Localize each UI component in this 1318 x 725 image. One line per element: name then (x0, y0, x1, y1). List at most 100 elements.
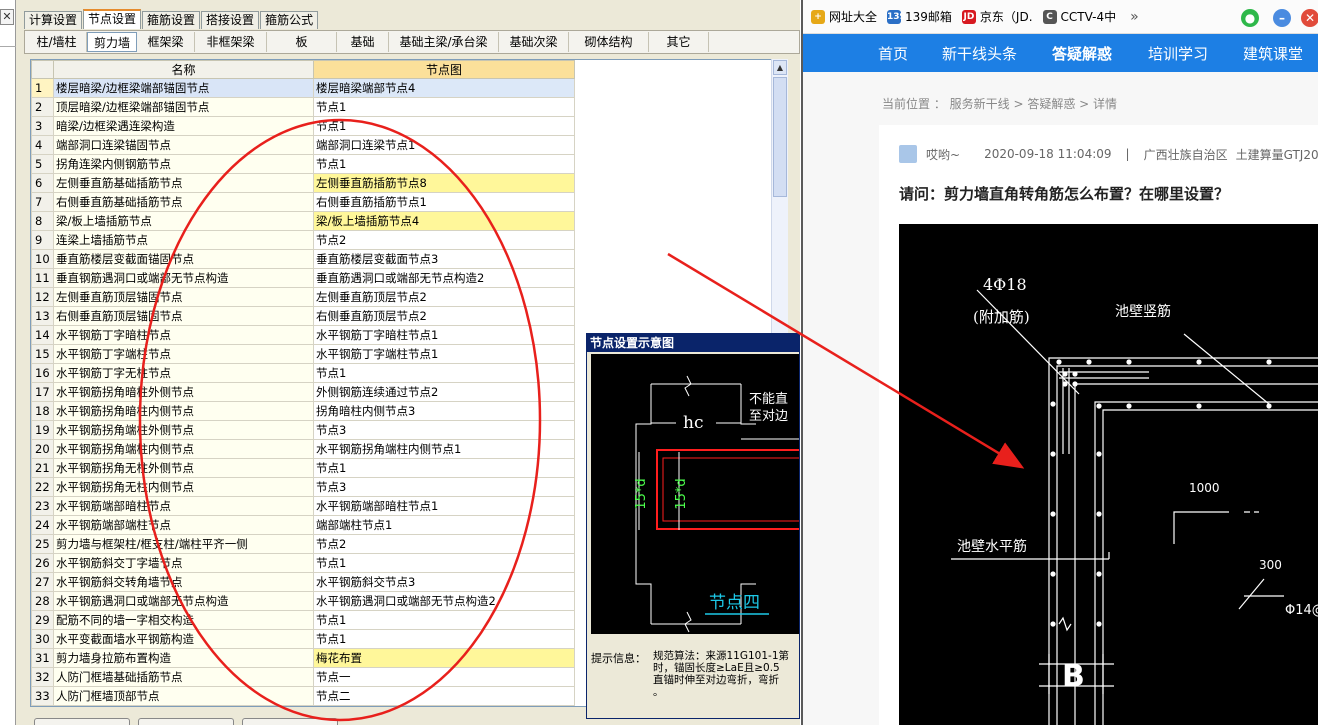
table-row[interactable]: 10 垂直筋楼层变截面锚固节点 垂直筋楼层变截面节点3 (31, 249, 575, 269)
node-name-cell[interactable]: 水平钢筋端部暗柱节点 (53, 496, 314, 516)
table-row[interactable]: 19 水平钢筋拐角端柱外侧节点 节点3 (31, 420, 575, 440)
node-name-cell[interactable]: 右侧垂直筋顶层锚固节点 (53, 306, 314, 326)
node-name-cell[interactable]: 水平钢筋拐角无柱外侧节点 (53, 458, 314, 478)
node-name-cell[interactable]: 人防门框墙顶部节点 (53, 686, 314, 706)
table-row[interactable]: 3 暗梁/边框梁遇连梁构造 节点1 (31, 116, 575, 136)
node-diagram-cell[interactable]: 梁/板上墙插筋节点4 (313, 211, 575, 231)
node-diagram-cell[interactable]: 水平钢筋丁字暗柱节点1 (313, 325, 575, 345)
main-tab-3[interactable]: 搭接设置 (201, 11, 260, 29)
sub-tab-7[interactable]: 基础次梁 (499, 32, 569, 52)
table-row[interactable]: 26 水平钢筋斜交丁字墙节点 节点1 (31, 553, 575, 573)
node-diagram-cell[interactable]: 节点1 (313, 154, 575, 174)
vertical-scrollbar[interactable]: ▲ (771, 59, 788, 339)
table-row[interactable]: 11 垂直钢筋遇洞口或端部无节点构造 垂直筋遇洞口或端部无节点构造2 (31, 268, 575, 288)
node-name-cell[interactable]: 水平钢筋遇洞口或端部无节点构造 (53, 591, 314, 611)
node-name-cell[interactable]: 水平钢筋斜交转角墙节点 (53, 572, 314, 592)
node-diagram-cell[interactable]: 节点3 (313, 420, 575, 440)
node-diagram-cell[interactable]: 节点2 (313, 230, 575, 250)
node-diagram-cell[interactable]: 节点1 (313, 116, 575, 136)
node-diagram-cell[interactable]: 节点1 (313, 363, 575, 383)
table-row[interactable]: 28 水平钢筋遇洞口或端部无节点构造 水平钢筋遇洞口或端部无节点构造2 (31, 591, 575, 611)
table-row[interactable]: 33 人防门框墙顶部节点 节点二 (31, 686, 575, 706)
main-tab-4[interactable]: 箍筋公式 (260, 11, 319, 29)
sub-tab-4[interactable]: 板 (267, 32, 337, 52)
table-row[interactable]: 29 配筋不同的墙一字相交构造 节点1 (31, 610, 575, 630)
column-header-node[interactable]: 节点图 (313, 60, 575, 79)
node-diagram-cell[interactable]: 左侧垂直筋顶层节点2 (313, 287, 575, 307)
bottom-button-2[interactable] (138, 718, 234, 725)
nav-item-1[interactable]: 新干线头条 (942, 43, 1017, 64)
sub-tab-1[interactable]: 剪力墙 (87, 32, 137, 52)
node-name-cell[interactable]: 梁/板上墙插筋节点 (53, 211, 314, 231)
table-row[interactable]: 22 水平钢筋拐角无柱内侧节点 节点3 (31, 477, 575, 497)
main-tab-2[interactable]: 箍筋设置 (142, 11, 201, 29)
minimize-icon[interactable]: – (1273, 9, 1291, 27)
nav-item-4[interactable]: 建筑课堂 (1243, 43, 1303, 64)
node-name-cell[interactable]: 水平钢筋端部端柱节点 (53, 515, 314, 535)
main-tab-1[interactable]: 节点设置 (83, 9, 142, 29)
bottom-button-3[interactable] (242, 718, 338, 725)
table-row[interactable]: 17 水平钢筋拐角暗柱外侧节点 外侧钢筋连续通过节点2 (31, 382, 575, 402)
node-diagram-cell[interactable]: 节点3 (313, 477, 575, 497)
scroll-thumb[interactable] (773, 77, 787, 197)
sub-tab-5[interactable]: 基础 (337, 32, 389, 52)
close-icon[interactable]: ✕ (0, 9, 14, 25)
node-diagram-cell[interactable]: 水平钢筋遇洞口或端部无节点构造2 (313, 591, 575, 611)
node-diagram-cell[interactable]: 左侧垂直筋插筋节点8 (313, 173, 575, 193)
node-name-cell[interactable]: 端部洞口连梁锚固节点 (53, 135, 314, 155)
node-name-cell[interactable]: 左侧垂直筋顶层锚固节点 (53, 287, 314, 307)
node-diagram-cell[interactable]: 水平钢筋拐角端柱内侧节点1 (313, 439, 575, 459)
nav-item-0[interactable]: 首页 (878, 43, 908, 64)
sub-tab-9[interactable]: 其它 (649, 32, 709, 52)
table-row[interactable]: 7 右侧垂直筋基础插筋节点 右侧垂直筋插筋节点1 (31, 192, 575, 212)
node-diagram-cell[interactable]: 拐角暗柱内侧节点3 (313, 401, 575, 421)
table-row[interactable]: 5 拐角连梁内侧钢筋节点 节点1 (31, 154, 575, 174)
node-diagram-cell[interactable]: 节点一 (313, 667, 575, 687)
table-row[interactable]: 9 连梁上墙插筋节点 节点2 (31, 230, 575, 250)
node-name-cell[interactable]: 水平钢筋丁字暗柱节点 (53, 325, 314, 345)
node-name-cell[interactable]: 水平钢筋拐角端柱外侧节点 (53, 420, 314, 440)
bookmarks-more-icon[interactable]: » (1130, 9, 1139, 25)
node-diagram-cell[interactable]: 外侧钢筋连续通过节点2 (313, 382, 575, 402)
table-row[interactable]: 6 左侧垂直筋基础插筋节点 左侧垂直筋插筋节点8 (31, 173, 575, 193)
table-row[interactable]: 1 楼层暗梁/边框梁端部锚固节点 楼层暗梁端部节点4 (31, 78, 575, 98)
main-tab-0[interactable]: 计算设置 (24, 11, 83, 29)
node-name-cell[interactable]: 垂直筋楼层变截面锚固节点 (53, 249, 314, 269)
avatar[interactable] (899, 145, 917, 163)
bookmark-0[interactable]: + 网址大全 (811, 8, 877, 25)
table-row[interactable]: 2 顶层暗梁/边框梁端部锚固节点 节点1 (31, 97, 575, 117)
bottom-button-1[interactable] (34, 718, 130, 725)
node-name-cell[interactable]: 水平钢筋斜交丁字墙节点 (53, 553, 314, 573)
author-name[interactable]: 哎哟~ (926, 146, 960, 163)
table-row[interactable]: 4 端部洞口连梁锚固节点 端部洞口连梁节点1 (31, 135, 575, 155)
node-name-cell[interactable]: 剪力墙身拉筋布置构造 (53, 648, 314, 668)
node-name-cell[interactable]: 人防门框墙基础插筋节点 (53, 667, 314, 687)
table-row[interactable]: 32 人防门框墙基础插筋节点 节点一 (31, 667, 575, 687)
dialog-title[interactable]: 节点设置示意图 (587, 334, 799, 352)
node-diagram-cell[interactable]: 节点1 (313, 629, 575, 649)
table-row[interactable]: 15 水平钢筋丁字端柱节点 水平钢筋丁字端柱节点1 (31, 344, 575, 364)
node-name-cell[interactable]: 水平钢筋拐角暗柱内侧节点 (53, 401, 314, 421)
node-diagram-cell[interactable]: 垂直筋遇洞口或端部无节点构造2 (313, 268, 575, 288)
close-icon[interactable]: ✕ (1301, 9, 1318, 27)
sub-tab-0[interactable]: 柱/墙柱 (27, 32, 87, 52)
table-row[interactable]: 23 水平钢筋端部暗柱节点 水平钢筋端部暗柱节点1 (31, 496, 575, 516)
nav-item-2[interactable]: 答疑解惑 (1052, 43, 1112, 64)
node-name-cell[interactable]: 水平钢筋拐角端柱内侧节点 (53, 439, 314, 459)
table-row[interactable]: 13 右侧垂直筋顶层锚固节点 右侧垂直筋顶层节点2 (31, 306, 575, 326)
sub-tab-6[interactable]: 基础主梁/承台梁 (389, 32, 499, 52)
table-row[interactable]: 25 剪力墙与框架柱/框支柱/端柱平齐一侧 节点2 (31, 534, 575, 554)
table-row[interactable]: 27 水平钢筋斜交转角墙节点 水平钢筋斜交节点3 (31, 572, 575, 592)
wechat-icon[interactable]: ● (1241, 9, 1259, 27)
table-row[interactable]: 12 左侧垂直筋顶层锚固节点 左侧垂直筋顶层节点2 (31, 287, 575, 307)
node-name-cell[interactable]: 水平变截面墙水平钢筋构造 (53, 629, 314, 649)
node-name-cell[interactable]: 水平钢筋拐角暗柱外侧节点 (53, 382, 314, 402)
node-name-cell[interactable]: 水平钢筋拐角无柱内侧节点 (53, 477, 314, 497)
table-row[interactable]: 30 水平变截面墙水平钢筋构造 节点1 (31, 629, 575, 649)
node-name-cell[interactable]: 右侧垂直筋基础插筋节点 (53, 192, 314, 212)
node-diagram-cell[interactable]: 节点二 (313, 686, 575, 706)
node-name-cell[interactable]: 水平钢筋丁字无柱节点 (53, 363, 314, 383)
node-name-cell[interactable]: 左侧垂直筋基础插筋节点 (53, 173, 314, 193)
scroll-up-icon[interactable]: ▲ (773, 60, 787, 75)
node-name-cell[interactable]: 垂直钢筋遇洞口或端部无节点构造 (53, 268, 314, 288)
